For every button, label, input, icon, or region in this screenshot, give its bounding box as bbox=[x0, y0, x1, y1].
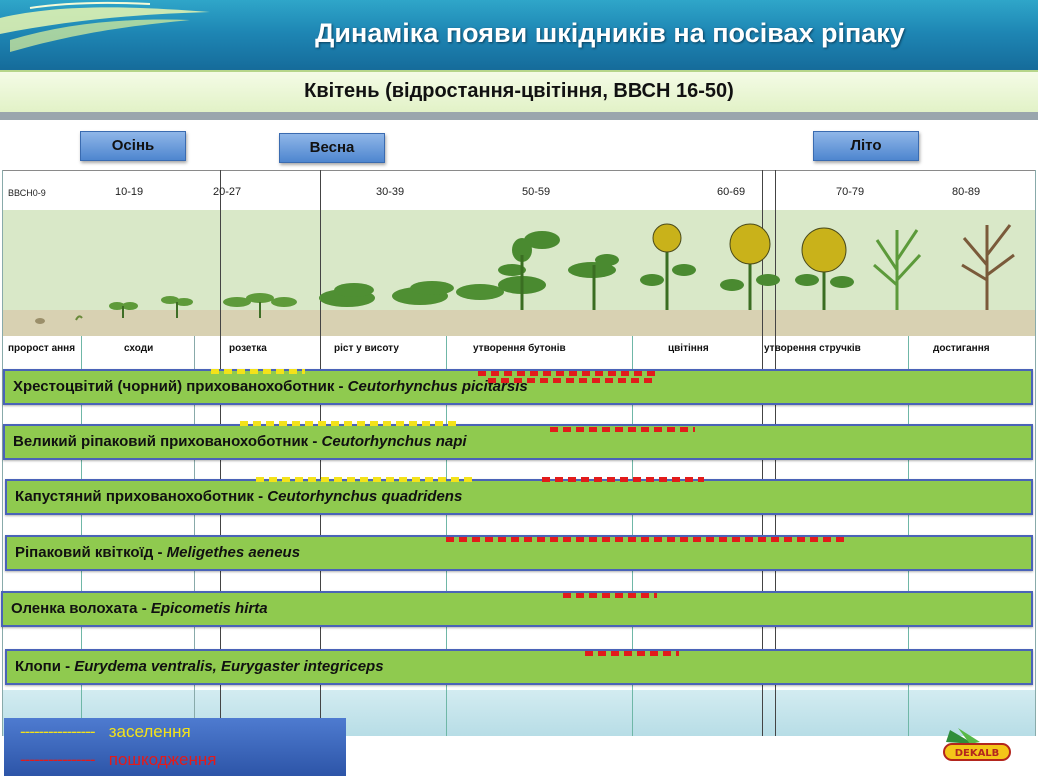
pest-bar: Капустяний прихованохоботник - Ceutorhyn… bbox=[5, 479, 1033, 515]
pest-label: Ріпаковий квіткоїд - Meligethes aeneus bbox=[15, 544, 300, 561]
page-title: Динаміка появи шкідників на посівах ріпа… bbox=[315, 18, 905, 48]
stage-label: ріст у висоту bbox=[334, 343, 399, 354]
legend-settlement-line: ---------------- bbox=[20, 722, 96, 741]
stage-label: утворення стручків bbox=[764, 343, 861, 354]
damage-marker bbox=[585, 651, 679, 656]
damage-marker bbox=[563, 593, 657, 598]
divider bbox=[0, 112, 1038, 120]
stage-label: розетка bbox=[229, 343, 267, 354]
legend-damage-line: ---------------- bbox=[20, 750, 96, 769]
bbch-label: 50-59 bbox=[522, 186, 551, 198]
legend-damage: ---------------- пошкодження bbox=[20, 750, 217, 770]
season-spring: Весна bbox=[279, 133, 385, 163]
header-banner: Динаміка появи шкідників на посівах ріпа… bbox=[0, 0, 1038, 72]
bbch-label: 20-27 bbox=[213, 186, 242, 198]
page-subtitle: Квітень (відростання-цвітіння, ВВСН 16-5… bbox=[304, 80, 734, 102]
pest-latin-name: Ceutorhynchus napi bbox=[321, 433, 467, 450]
logo-text: DEKALB bbox=[955, 748, 1000, 759]
bbch-label: 80-89 bbox=[952, 186, 981, 198]
legend: ---------------- заселення -------------… bbox=[4, 718, 346, 776]
pest-label: Капустяний прихованохоботник - Ceutorhyn… bbox=[15, 488, 462, 505]
pest-label: Оленка волохата - Epicometis hirta bbox=[11, 600, 268, 617]
pest-label: Хрестоцвітий (чорний) прихованохоботник … bbox=[13, 378, 528, 395]
stage-label: пророст ання bbox=[8, 343, 76, 354]
legend-settlement-label: заселення bbox=[108, 722, 191, 741]
stage-label: сходи bbox=[124, 343, 154, 354]
bbch-label: 70-79 bbox=[836, 186, 865, 198]
pest-bar: Клопи - Eurydema ventralis, Eurygaster i… bbox=[5, 649, 1033, 685]
settlement-marker bbox=[211, 369, 305, 374]
pest-bar: Великий ріпаковий прихованохоботник - Ce… bbox=[3, 424, 1033, 460]
bbch-label: ВВСН0-9 bbox=[8, 188, 46, 198]
bbch-label: 30-39 bbox=[376, 186, 405, 198]
bbch-label: 60-69 bbox=[717, 186, 746, 198]
pest-label: Клопи - Eurydema ventralis, Eurygaster i… bbox=[15, 658, 384, 675]
legend-damage-label: пошкодження bbox=[108, 750, 217, 769]
damage-marker bbox=[542, 477, 704, 482]
legend-settlement: ---------------- заселення bbox=[20, 722, 191, 742]
pest-latin-name: Ceutorhynchus quadridens bbox=[267, 488, 463, 505]
pest-name: Клопи - bbox=[15, 658, 75, 675]
settlement-marker bbox=[256, 477, 476, 482]
pest-latin-name: Meligethes aeneus bbox=[166, 544, 301, 561]
stage-label: цвітіння bbox=[668, 343, 709, 354]
pest-label: Великий ріпаковий прихованохоботник - Ce… bbox=[13, 433, 467, 450]
pest-name: Капустяний прихованохоботник - bbox=[15, 488, 268, 505]
pest-latin-name: Eurydema ventralis, Eurygaster integrice… bbox=[74, 658, 384, 675]
pest-bar: Оленка волохата - Epicometis hirta bbox=[1, 591, 1033, 627]
dekalb-logo: DEKALB bbox=[943, 728, 1011, 761]
pest-name: Ріпаковий квіткоїд - bbox=[15, 544, 167, 561]
pest-name: Великий ріпаковий прихованохоботник - bbox=[13, 433, 322, 450]
subtitle-bar: Квітень (відростання-цвітіння, ВВСН 16-5… bbox=[0, 70, 1038, 114]
pest-latin-name: Epicometis hirta bbox=[150, 600, 268, 617]
pest-name: Хрестоцвітий (чорний) прихованохоботник … bbox=[13, 378, 348, 395]
damage-marker bbox=[446, 537, 844, 542]
damage-marker bbox=[550, 427, 695, 432]
season-summer: Літо bbox=[813, 131, 919, 161]
season-autumn: Осінь bbox=[80, 131, 186, 161]
rapeseed-growth-illustration bbox=[35, 223, 1015, 324]
settlement-marker bbox=[240, 421, 460, 426]
pest-name: Оленка волохата - bbox=[11, 600, 151, 617]
wheat-swoosh-icon bbox=[0, 1, 210, 52]
stage-label: достигання bbox=[933, 343, 990, 354]
damage-marker bbox=[488, 378, 653, 383]
damage-marker bbox=[478, 371, 658, 376]
stage-label: утворення бутонів bbox=[473, 343, 566, 354]
bbch-label: 10-19 bbox=[115, 186, 144, 198]
